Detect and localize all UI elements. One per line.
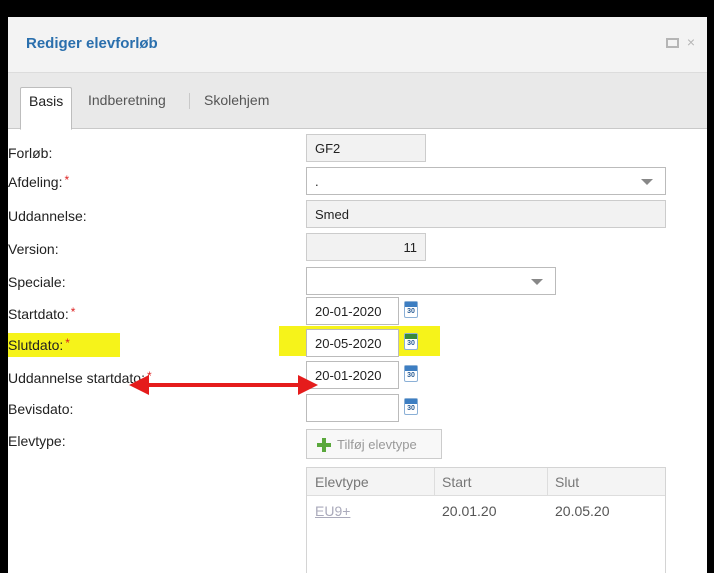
tab-bar: Basis Indberetning Skolehjem: [8, 73, 707, 130]
version-label: Version:: [8, 241, 59, 257]
calendar-icon-number: 30: [407, 405, 415, 412]
grid-cell-start: 20.01.20: [442, 503, 497, 519]
grid-header: Elevtype Start Slut: [307, 468, 665, 496]
grid-header-elevtype[interactable]: Elevtype: [315, 474, 369, 490]
calendar-icon-number: 30: [407, 308, 415, 315]
chevron-down-icon: [641, 179, 653, 185]
close-icon[interactable]: ×: [687, 34, 695, 50]
chevron-down-icon: [531, 279, 543, 285]
slutdato-input[interactable]: 20-05-2020: [306, 329, 399, 357]
plus-icon: [317, 438, 331, 452]
afdeling-label: Afdeling: *: [8, 173, 69, 190]
afdeling-label-text: Afdeling:: [8, 174, 63, 190]
annotation-arrow-left-head: [129, 375, 149, 395]
tab-basis[interactable]: Basis: [20, 87, 73, 130]
afdeling-value: .: [315, 174, 319, 189]
startdato-input[interactable]: 20-01-2020: [306, 297, 399, 325]
bevisdato-label: Bevisdato:: [8, 401, 74, 417]
speciale-label: Speciale:: [8, 274, 66, 290]
required-marker: *: [65, 336, 70, 350]
add-elevtype-label: Tilføj elevtype: [337, 437, 417, 452]
version-field: 11: [306, 233, 426, 261]
calendar-icon[interactable]: 30: [404, 398, 418, 415]
calendar-icon[interactable]: 30: [404, 333, 418, 350]
grid-cell-elevtype[interactable]: EU9+: [315, 503, 350, 519]
bevisdato-input[interactable]: [306, 394, 399, 422]
grid-header-slut[interactable]: Slut: [555, 474, 579, 490]
slutdato-label-text: Slutdato:: [8, 337, 64, 353]
calendar-icon[interactable]: 30: [404, 301, 418, 318]
calendar-icon-number: 30: [407, 372, 415, 379]
maximize-icon[interactable]: [665, 38, 679, 48]
tab-skolehjem[interactable]: Skolehjem: [196, 87, 277, 115]
tab-indberetning[interactable]: Indberetning: [80, 87, 174, 115]
dialog-title: Rediger elevforløb: [26, 35, 158, 52]
required-marker: *: [70, 305, 76, 319]
uddannelse-field: Smed: [306, 200, 666, 228]
elevtype-grid: Elevtype Start Slut EU9+ 20.01.20 20.05.…: [306, 467, 666, 573]
uddannelse-label: Uddannelse:: [8, 208, 87, 224]
required-marker: *: [64, 173, 70, 187]
elevtype-label: Elevtype:: [8, 433, 66, 449]
forlob-label: Forløb:: [8, 145, 53, 161]
afdeling-select[interactable]: .: [306, 167, 666, 195]
slutdato-label: Slutdato: *: [8, 336, 70, 353]
tab-separator: [189, 93, 190, 109]
uddannelse-startdato-input[interactable]: 20-01-2020: [306, 361, 399, 389]
grid-header-start[interactable]: Start: [442, 474, 472, 490]
annotation-arrow-right-head: [298, 375, 318, 395]
dialog-titlebar: Rediger elevforløb ×: [8, 17, 707, 73]
startdato-label: Startdato: *: [8, 305, 75, 322]
speciale-select[interactable]: [306, 267, 556, 295]
add-elevtype-button[interactable]: Tilføj elevtype: [306, 429, 442, 459]
calendar-icon-number: 30: [407, 340, 415, 347]
window-controls: ×: [662, 34, 695, 50]
annotation-arrow-shaft: [146, 383, 302, 387]
forlob-field: GF2: [306, 134, 426, 162]
grid-column-separator: [547, 468, 548, 496]
grid-column-separator: [434, 468, 435, 496]
grid-cell-slut: 20.05.20: [555, 503, 610, 519]
calendar-icon[interactable]: 30: [404, 365, 418, 382]
edit-course-dialog: Rediger elevforløb × Basis Indberetning …: [8, 17, 707, 573]
startdato-label-text: Startdato:: [8, 306, 69, 322]
uddannelse-startdato-label-text: Uddannelse startdato:: [8, 370, 145, 386]
